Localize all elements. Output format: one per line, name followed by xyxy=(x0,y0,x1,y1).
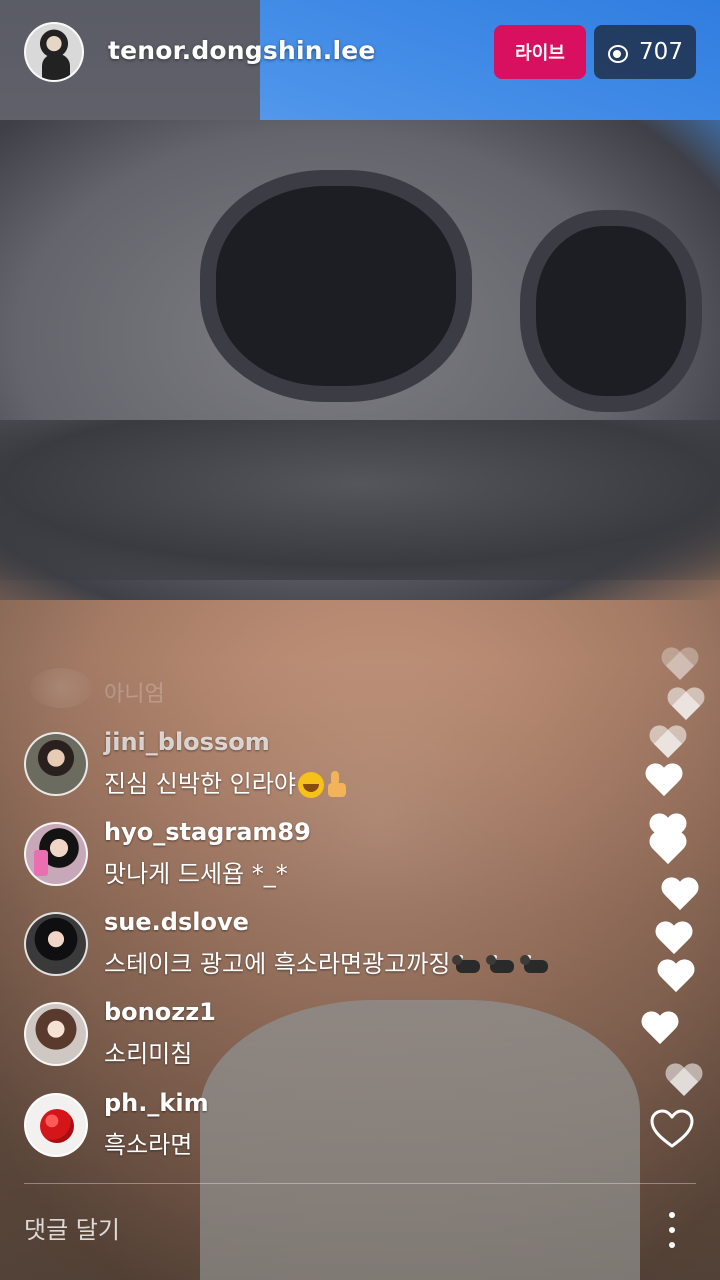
comment-avatar[interactable] xyxy=(24,1093,88,1157)
faded-comment-avatar xyxy=(30,668,92,708)
comment-text-row: 진심 신박한 인라야 xyxy=(104,764,348,799)
host-avatar[interactable] xyxy=(24,22,84,82)
comment-username[interactable]: hyo_stagram89 xyxy=(104,818,311,846)
comment-item: hyo_stagram89 맛나게 드세욥 *_* xyxy=(24,818,584,894)
floating-heart-icon xyxy=(648,832,688,868)
comment-text: 맛나게 드세욥 *_* xyxy=(104,860,288,888)
comment-username[interactable]: jini_blossom xyxy=(104,728,270,756)
comment-divider xyxy=(24,1183,696,1184)
comment-item: sue.dslove 스테이크 광고에 흑소라면광고까징 xyxy=(24,908,584,984)
comment-username[interactable]: bonozz1 xyxy=(104,998,216,1026)
water-buffalo-icon xyxy=(486,953,518,977)
live-header: tenor.dongshin.lee 라이브 707 xyxy=(0,0,720,104)
floating-heart-icon xyxy=(654,922,694,958)
comment-item: ph._kim 흑소라면 xyxy=(24,1089,584,1165)
viewer-count-badge[interactable]: 707 xyxy=(594,25,696,79)
comment-text: 스테이크 광고에 흑소라면광고까징 xyxy=(104,950,451,978)
video-hat-brim xyxy=(0,420,720,580)
live-video-frame xyxy=(0,0,720,1280)
video-goggle-left xyxy=(200,170,472,402)
floating-heart-icon xyxy=(660,648,700,684)
comment-text-row: 스테이크 광고에 흑소라면광고까징 xyxy=(104,944,552,979)
comment-avatar[interactable] xyxy=(24,912,88,976)
faded-comment-text: 아니엄 xyxy=(104,682,165,707)
floating-heart-icon xyxy=(660,878,700,914)
laughing-face-icon xyxy=(297,772,324,798)
live-badge: 라이브 xyxy=(494,25,586,79)
comment-username[interactable]: ph._kim xyxy=(104,1089,209,1117)
comment-avatar[interactable] xyxy=(24,1002,88,1066)
comment-username[interactable]: sue.dslove xyxy=(104,908,249,936)
heart-outline-icon[interactable] xyxy=(648,1105,696,1153)
comment-text: 소리미침 xyxy=(104,1040,193,1068)
water-buffalo-icon xyxy=(452,953,484,977)
comment-text: 흑소라면 xyxy=(104,1131,193,1159)
floating-heart-icon xyxy=(648,726,688,762)
host-username[interactable]: tenor.dongshin.lee xyxy=(108,36,376,65)
floating-heart-icon xyxy=(666,688,706,724)
more-vertical-icon[interactable] xyxy=(652,1206,692,1254)
comment-avatar[interactable] xyxy=(24,822,88,886)
floating-heart-icon xyxy=(656,960,696,996)
comment-avatar[interactable] xyxy=(24,732,88,796)
eye-icon xyxy=(607,41,629,63)
comment-text: 진심 신박한 인라야 xyxy=(104,770,296,798)
water-buffalo-icon xyxy=(520,953,552,977)
floating-heart-icon xyxy=(664,1064,704,1100)
floating-heart-icon xyxy=(644,764,684,800)
floating-heart-icon xyxy=(640,1012,680,1048)
viewer-count: 707 xyxy=(639,39,683,65)
comment-item: bonozz1 소리미침 xyxy=(24,998,584,1074)
comment-input[interactable]: 댓글 달기 xyxy=(24,1208,624,1252)
comment-item: jini_blossom 진심 신박한 인라야 xyxy=(24,728,584,804)
video-goggle-right xyxy=(520,210,702,412)
thumbs-up-icon xyxy=(326,771,348,799)
live-badge-label: 라이브 xyxy=(515,43,565,64)
